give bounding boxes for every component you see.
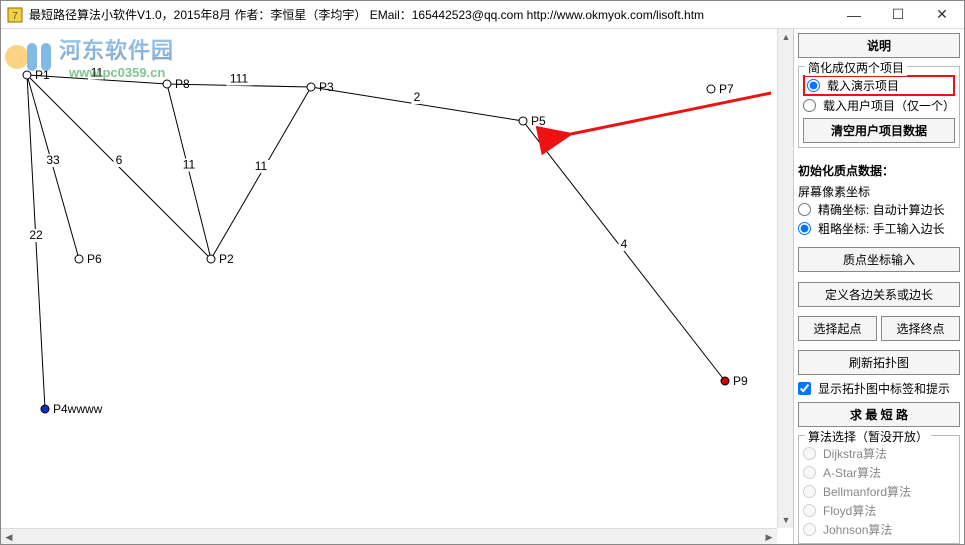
load-user-radio-input[interactable] [803, 99, 816, 112]
graph-node[interactable] [75, 255, 83, 263]
topology-graph: 6223311111111124P1P2P3P4wwwwP5P6P7P8P9 [1, 29, 777, 528]
explain-button[interactable]: 说明 [798, 33, 960, 58]
load-demo-radio[interactable]: 载入演示项目 [803, 75, 955, 96]
define-edges-button[interactable]: 定义各边关系或边长 [798, 282, 960, 307]
algo-bellman-radio: Bellmanford算法 [803, 482, 955, 501]
show-labels-label: 显示拓扑图中标签和提示 [818, 380, 950, 397]
coord-rough-label: 粗略坐标: 手工输入边长 [818, 220, 945, 237]
edge-weight: 11 [91, 66, 104, 80]
clear-user-button[interactable]: 清空用户项目数据 [803, 118, 955, 143]
app-icon: 7 [7, 7, 23, 23]
init-title: 初始化质点数据： [798, 160, 960, 179]
scroll-right-icon[interactable]: ▶ [761, 529, 777, 544]
minimize-button[interactable]: — [832, 1, 876, 28]
close-button[interactable]: ✕ [920, 1, 964, 28]
canvas-area[interactable]: 6223311111111124P1P2P3P4wwwwP5P6P7P8P9 河… [1, 29, 794, 544]
node-label: P2 [219, 252, 234, 266]
edge-weight: 2 [414, 90, 421, 104]
refresh-button[interactable]: 刷新拓扑图 [798, 350, 960, 375]
node-label: P6 [87, 252, 102, 266]
input-coords-button[interactable]: 质点坐标输入 [798, 247, 960, 272]
load-user-radio[interactable]: 载入用户项目（仅一个） [803, 96, 955, 115]
node-label: P4wwww [53, 402, 103, 416]
coord-rough-radio[interactable]: 粗略坐标: 手工输入边长 [798, 219, 960, 238]
title-bar: 7 最短路径算法小软件V1.0，2015年8月 作者：李恒星（李均宇） EMai… [1, 1, 964, 29]
graph-node[interactable] [23, 71, 31, 79]
coord-exact-radio[interactable]: 精确坐标: 自动计算边长 [798, 200, 960, 219]
node-label: P3 [319, 80, 334, 94]
coord-title: 屏幕像素坐标 [798, 181, 960, 200]
edge-weight: 22 [29, 228, 43, 242]
graph-node[interactable] [41, 405, 49, 413]
edge-weight: 4 [621, 237, 628, 251]
graph-node[interactable] [207, 255, 215, 263]
node-label: P7 [719, 82, 734, 96]
graph-node[interactable] [163, 80, 171, 88]
algo-floyd-radio: Floyd算法 [803, 501, 955, 520]
coord-exact-radio-input[interactable] [798, 203, 811, 216]
graph-node[interactable] [307, 83, 315, 91]
maximize-button[interactable]: ☐ [876, 1, 920, 28]
window-title: 最短路径算法小软件V1.0，2015年8月 作者：李恒星（李均宇） EMail：… [29, 6, 832, 23]
scroll-up-icon[interactable]: ▲ [778, 29, 794, 45]
window-controls: — ☐ ✕ [832, 1, 964, 28]
node-label: P1 [35, 68, 50, 82]
algo-astar-radio: A-Star算法 [803, 463, 955, 482]
edge-weight: 11 [255, 159, 268, 173]
edge-weight: 111 [230, 72, 249, 86]
simplify-group: 简化成仅两个项目 载入演示项目 载入用户项目（仅一个） 清空用户项目数据 [798, 66, 960, 148]
algo-johnson-radio: Johnson算法 [803, 520, 955, 539]
algorithm-group: 算法选择（暂没开放） Dijkstra算法 A-Star算法 Bellmanfo… [798, 435, 960, 544]
node-label: P5 [531, 114, 546, 128]
coord-group: 屏幕像素坐标 精确坐标: 自动计算边长 粗略坐标: 手工输入边长 [798, 181, 960, 238]
edge-weight: 33 [46, 153, 60, 167]
node-label: P9 [733, 374, 748, 388]
solve-button[interactable]: 求 最 短 路 [798, 402, 960, 427]
graph-node[interactable] [519, 117, 527, 125]
coord-rough-radio-input[interactable] [798, 222, 811, 235]
edge-weight: 11 [183, 158, 196, 172]
graph-node[interactable] [707, 85, 715, 93]
load-user-label: 载入用户项目（仅一个） [823, 97, 955, 114]
sidebar: 说明 简化成仅两个项目 载入演示项目 载入用户项目（仅一个） 清空用户项目数据 … [794, 29, 964, 544]
graph-node[interactable] [721, 377, 729, 385]
load-demo-radio-input[interactable] [807, 79, 820, 92]
vertical-scrollbar[interactable]: ▲ ▼ [777, 29, 793, 528]
svg-text:7: 7 [12, 11, 18, 22]
algo-dijkstra-radio: Dijkstra算法 [803, 444, 955, 463]
horizontal-scrollbar[interactable]: ◀ ▶ [1, 528, 777, 544]
node-label: P8 [175, 77, 190, 91]
algorithm-legend: 算法选择（暂没开放） [805, 428, 931, 445]
show-labels-checkbox-input[interactable] [798, 382, 811, 395]
scroll-left-icon[interactable]: ◀ [1, 529, 17, 544]
simplify-legend: 简化成仅两个项目 [805, 59, 907, 76]
edge-weight: 6 [116, 153, 123, 167]
load-demo-label: 载入演示项目 [827, 77, 899, 94]
select-end-button[interactable]: 选择终点 [881, 316, 960, 341]
show-labels-checkbox[interactable]: 显示拓扑图中标签和提示 [798, 379, 960, 398]
select-start-button[interactable]: 选择起点 [798, 316, 877, 341]
scroll-down-icon[interactable]: ▼ [778, 512, 794, 528]
coord-exact-label: 精确坐标: 自动计算边长 [818, 201, 945, 218]
